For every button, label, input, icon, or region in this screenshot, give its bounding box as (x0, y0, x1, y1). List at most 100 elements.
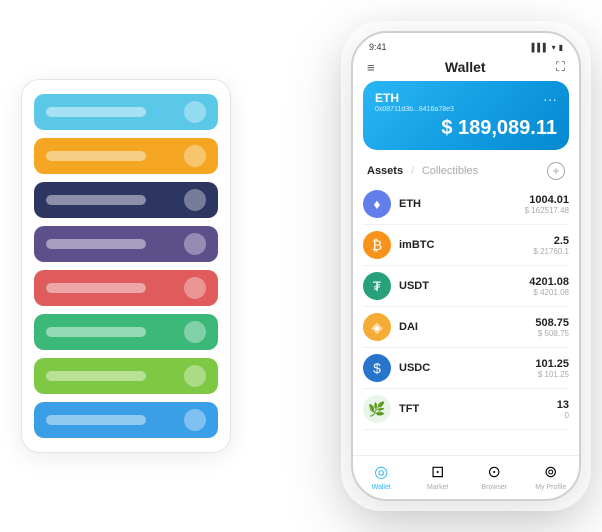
wallet-card-item-card-orange[interactable] (34, 138, 218, 174)
wallet-nav-icon: ◎ (374, 462, 388, 482)
asset-icon-usdc: $ (363, 354, 391, 382)
bottom-nav: ◎ Wallet ⊡ Market ⊙ Browser ⊚ My Profile (353, 455, 579, 499)
profile-nav-icon: ⊚ (544, 462, 557, 482)
asset-amounts-usdc: 101.25$ 101.25 (535, 358, 569, 379)
asset-primary-eth: 1004.01 (525, 194, 570, 206)
asset-row-tft[interactable]: 🌿 TFT130 (363, 389, 569, 430)
wallet-more-button[interactable]: ··· (543, 91, 557, 107)
card-stack (21, 79, 231, 453)
asset-name-dai: DAI (399, 321, 535, 333)
wallet-coin-label: ETH (375, 91, 454, 105)
asset-icon-imbtc: ₿ (363, 231, 391, 259)
asset-primary-usdt: 4201.08 (529, 276, 569, 288)
asset-name-imbtc: imBTC (399, 239, 533, 251)
card-dot (184, 321, 206, 343)
status-icons: ▌▌▌ ▾ ▮ (532, 43, 563, 52)
wallet-coin-info: ETH 0x08711d3b...8416a78e3 (375, 91, 454, 113)
wallet-card-item-card-green[interactable] (34, 314, 218, 350)
assets-header: Assets / Collectibles + (353, 158, 579, 184)
card-dot (184, 409, 206, 431)
wifi-icon: ▾ (552, 43, 556, 52)
asset-row-eth[interactable]: ♦ ETH1004.01$ 162517.48 (363, 184, 569, 225)
asset-amounts-tft: 130 (557, 399, 569, 420)
card-bar (46, 327, 146, 337)
add-asset-button[interactable]: + (547, 162, 565, 180)
wallet-card-item-card-blue-light[interactable] (34, 94, 218, 130)
nav-profile[interactable]: ⊚ My Profile (523, 462, 580, 491)
nav-wallet[interactable]: ◎ Wallet (353, 462, 410, 491)
asset-name-usdc: USDC (399, 362, 535, 374)
asset-list: ♦ ETH1004.01$ 162517.48 ₿ imBTC2.5$ 21760.1… (353, 184, 579, 455)
asset-amounts-imbtc: 2.5$ 21760.1 (533, 235, 569, 256)
asset-secondary-imbtc: $ 21760.1 (533, 247, 569, 256)
card-bar (46, 239, 146, 249)
page-title: Wallet (445, 59, 486, 75)
asset-secondary-usdt: $ 4201.08 (529, 288, 569, 297)
market-nav-icon: ⊡ (431, 462, 444, 482)
nav-browser[interactable]: ⊙ Browser (466, 462, 523, 491)
asset-row-imbtc[interactable]: ₿ imBTC2.5$ 21760.1 (363, 225, 569, 266)
card-bar (46, 371, 146, 381)
wallet-card-item-card-purple[interactable] (34, 226, 218, 262)
assets-tabs: Assets / Collectibles (367, 165, 478, 177)
main-scene: 9:41 ▌▌▌ ▾ ▮ ≡ Wallet ⛶ ETH 0x08711d3b..… (21, 16, 581, 516)
tab-divider: / (411, 166, 414, 177)
menu-icon[interactable]: ≡ (367, 60, 375, 75)
wallet-address: 0x08711d3b...8416a78e3 (375, 106, 454, 113)
asset-primary-imbtc: 2.5 (533, 235, 569, 247)
wallet-card-item-card-red[interactable] (34, 270, 218, 306)
asset-primary-tft: 13 (557, 399, 569, 411)
phone-mockup: 9:41 ▌▌▌ ▾ ▮ ≡ Wallet ⛶ ETH 0x08711d3b..… (351, 31, 581, 501)
card-bar (46, 195, 146, 205)
asset-secondary-usdc: $ 101.25 (535, 370, 569, 379)
asset-name-eth: ETH (399, 198, 525, 210)
profile-nav-label: My Profile (535, 484, 566, 491)
card-bar (46, 151, 146, 161)
card-dot (184, 101, 206, 123)
asset-name-usdt: USDT (399, 280, 529, 292)
collectibles-tab[interactable]: Collectibles (422, 165, 478, 177)
wallet-card-top: ETH 0x08711d3b...8416a78e3 ··· (375, 91, 557, 113)
market-nav-label: Market (427, 484, 448, 491)
card-dot (184, 189, 206, 211)
asset-name-tft: TFT (399, 403, 557, 415)
nav-market[interactable]: ⊡ Market (410, 462, 467, 491)
wallet-nav-label: Wallet (372, 484, 391, 491)
asset-primary-usdc: 101.25 (535, 358, 569, 370)
asset-row-usdc[interactable]: $ USDC101.25$ 101.25 (363, 348, 569, 389)
browser-nav-label: Browser (481, 484, 507, 491)
wallet-card-item-card-dark-navy[interactable] (34, 182, 218, 218)
asset-secondary-dai: $ 508.75 (535, 329, 569, 338)
asset-amounts-eth: 1004.01$ 162517.48 (525, 194, 570, 215)
asset-amounts-usdt: 4201.08$ 4201.08 (529, 276, 569, 297)
expand-icon[interactable]: ⛶ (556, 59, 565, 75)
browser-nav-icon: ⊙ (488, 462, 501, 482)
asset-row-dai[interactable]: ◈ DAI508.75$ 508.75 (363, 307, 569, 348)
card-bar (46, 415, 146, 425)
asset-primary-dai: 508.75 (535, 317, 569, 329)
status-bar: 9:41 ▌▌▌ ▾ ▮ (353, 33, 579, 55)
wallet-card-item-card-light-green[interactable] (34, 358, 218, 394)
asset-icon-usdt: ₮ (363, 272, 391, 300)
asset-amounts-dai: 508.75$ 508.75 (535, 317, 569, 338)
asset-row-usdt[interactable]: ₮ USDT4201.08$ 4201.08 (363, 266, 569, 307)
status-time: 9:41 (369, 42, 387, 52)
card-dot (184, 233, 206, 255)
card-bar (46, 283, 146, 293)
assets-tab[interactable]: Assets (367, 165, 403, 177)
card-dot (184, 365, 206, 387)
card-dot (184, 145, 206, 167)
phone-header: ≡ Wallet ⛶ (353, 55, 579, 81)
asset-secondary-tft: 0 (557, 411, 569, 420)
wallet-card-item-card-blue[interactable] (34, 402, 218, 438)
card-bar (46, 107, 146, 117)
asset-icon-eth: ♦ (363, 190, 391, 218)
wallet-balance: $ 189,089.11 (375, 117, 557, 140)
battery-icon: ▮ (559, 43, 563, 52)
card-dot (184, 277, 206, 299)
signal-icon: ▌▌▌ (532, 43, 549, 52)
asset-icon-tft: 🌿 (363, 395, 391, 423)
asset-secondary-eth: $ 162517.48 (525, 206, 570, 215)
wallet-card[interactable]: ETH 0x08711d3b...8416a78e3 ··· $ 189,089… (363, 81, 569, 150)
asset-icon-dai: ◈ (363, 313, 391, 341)
